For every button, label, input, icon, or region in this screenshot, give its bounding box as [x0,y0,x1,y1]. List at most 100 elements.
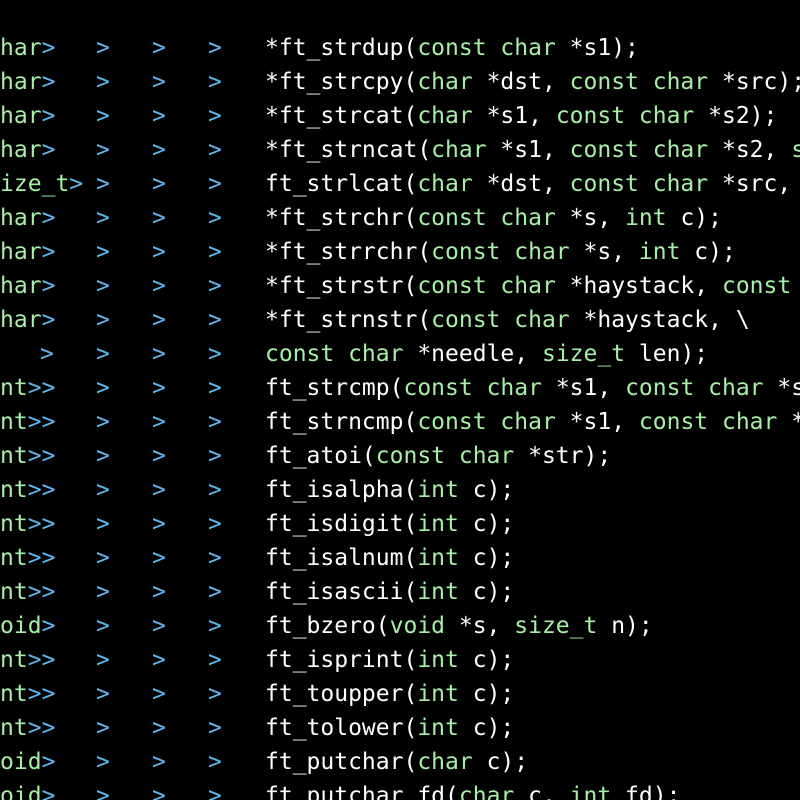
tab-marker: > [96,69,110,95]
tab-marker: > [208,681,222,707]
tab-marker: > [96,579,110,605]
function-declaration: ft_strncmp(const char *s1, const char *s… [265,405,800,439]
code-text: *s2); [694,103,778,129]
terminal-window[interactable]: har> > > > *ft_strdup(const char *s1); har> > >… [0,0,800,800]
tab-marker: > [152,307,166,333]
tab-marker: > [96,103,110,129]
code-line: har> > > > *ft_strdup(const char *s1); [0,31,800,65]
function-declaration: ft_bzero(void *s, size_t n); [265,609,653,643]
code-text: ft_isalpha( [265,477,418,503]
code-line: ize_t> > > > ft_strlcat(char *dst, const cha… [0,167,800,201]
code-text: *s1, [555,409,639,435]
type-keyword: const char [417,35,556,61]
type-keyword: const char [403,375,542,401]
return-type: nt>> [0,681,56,707]
function-declaration: ft_putchar(char c); [265,745,528,779]
tab-marker: > [152,477,166,503]
type-keyword: size_t [791,137,800,163]
code-text: *s2, [708,137,792,163]
return-type: oid> [0,749,56,775]
type-keyword: const char [265,341,404,367]
code-text: *ft_strdup( [265,35,418,61]
code-text: ft_isalnum( [265,545,418,571]
tab-marker: > [96,715,110,741]
return-type: har> [0,35,56,61]
type-keyword: char [458,783,515,800]
type-keyword: char [417,69,473,95]
type-keyword: void [389,613,446,639]
tab-marker: > [96,375,110,401]
code-line: har> > > > *ft_strncat(char *s1, const char … [0,133,800,167]
return-type: har> [0,205,56,231]
return-type: nt>> [0,579,56,605]
tab-marker: > [152,273,166,299]
type-keyword: const char [721,273,792,299]
tab-marker: > [208,137,222,163]
tab-marker: > [152,341,166,367]
function-declaration: *ft_strcat(char *s1, const char *s2); [265,99,777,133]
tab-marker: > [96,511,110,537]
return-type: har> [0,239,56,265]
tab-marker: > [152,409,166,435]
return-type: har> [0,273,56,299]
code-text: *ft_strchr( [265,205,418,231]
tab-marker: > [208,647,222,673]
code-line: har> > > > *ft_strrchr(const char *s, int c)… [0,235,800,269]
code-text: c, [514,783,570,800]
type-keyword: const char [569,171,709,197]
code-text: c); [458,715,515,741]
code-text: *ft_strcpy( [265,69,418,95]
tab-marker: > [96,137,110,163]
return-type: ize_t> [0,171,84,197]
tab-marker: > [96,171,110,197]
type-keyword: int [417,545,459,571]
code-text: *s1, [541,375,626,401]
code-text: ft_putchar_fd( [265,783,459,800]
code-line: nt>> > > > ft_strcmp(const char *s1, const c… [0,371,800,405]
code-text: *s1); [555,35,639,61]
code-text: c); [458,511,515,537]
type-keyword: const char [625,375,764,401]
tab-marker: > [208,579,222,605]
function-declaration: *ft_strdup(const char *s1); [265,31,639,65]
tab-marker: > [152,35,166,61]
tab-marker: > [208,103,222,129]
tab-marker: > [208,409,222,435]
function-declaration: *ft_strnstr(const char *haystack, \ [265,303,750,337]
tab-marker: > [152,443,166,469]
code-line: nt>> > > > ft_atoi(const char *str); [0,439,800,473]
type-keyword: char [417,171,473,197]
tab-marker: > [208,239,222,265]
tab-marker: > [40,341,54,367]
code-line: nt>> > > > ft_strncmp(const char *s1, const … [0,405,800,439]
return-type: har> [0,103,56,129]
function-declaration: *ft_strncat(char *s1, const char *s2, si… [265,133,800,167]
function-declaration: ft_isalpha(int c); [265,473,514,507]
code-text: c); [458,647,515,673]
function-declaration: ft_isalnum(int c); [265,541,514,575]
function-declaration: *ft_strchr(const char *s, int c); [265,201,722,235]
function-declaration: ft_putchar_fd(char c, int fd); [265,779,680,800]
code-text: ft_bzero( [265,613,390,639]
code-text: *haystack, [555,273,722,299]
code-line: nt>> > > > ft_tolower(int c); [0,711,800,745]
tab-marker: > [152,783,166,800]
code-text: *s, [555,205,626,231]
type-keyword: char [431,137,487,163]
tab-marker: > [208,545,222,571]
code-text: c); [458,545,515,571]
tab-marker: > [96,613,110,639]
tab-marker: > [152,681,166,707]
code-line: nt>> > > > ft_isalpha(int c); [0,473,800,507]
code-text: ft_toupper( [265,681,418,707]
type-keyword: const char [417,273,556,299]
tab-marker: > [152,137,166,163]
type-keyword: int [417,647,459,673]
code-text: ft_tolower( [265,715,418,741]
code-line: har> > > > *ft_strnstr(const char *haystack,… [0,303,800,337]
tab-marker: > [152,375,166,401]
tab-marker: > [152,69,166,95]
code-text: *ft_strrchr( [265,239,432,265]
return-type: nt>> [0,511,56,537]
tab-marker: > [208,171,222,197]
